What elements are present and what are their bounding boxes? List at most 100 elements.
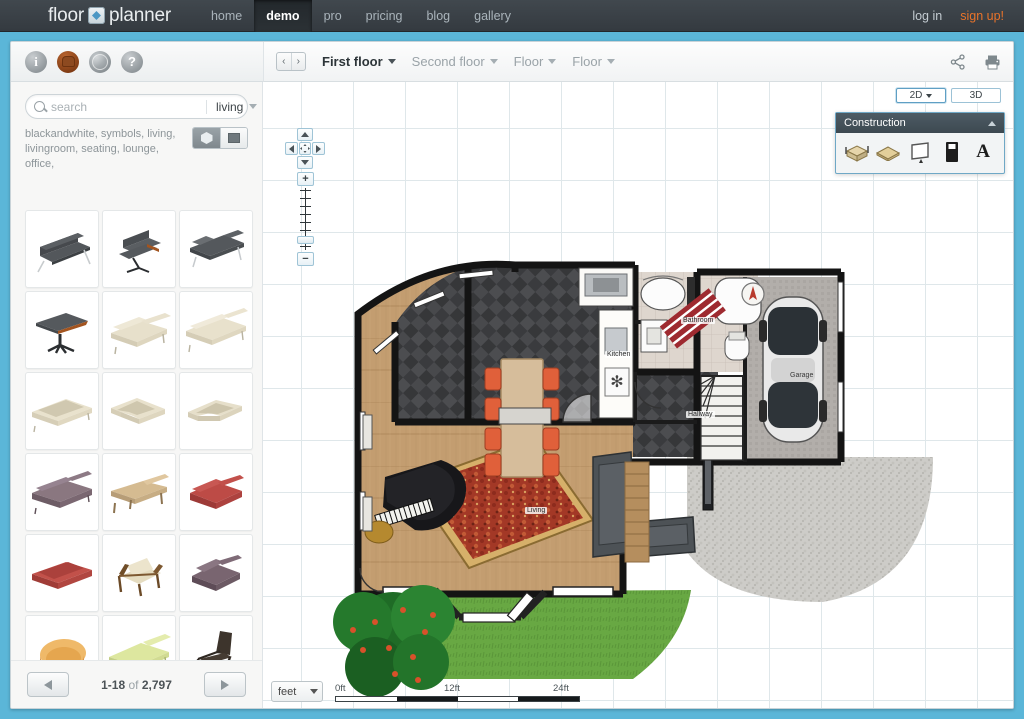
zoom-in-button[interactable]: + xyxy=(297,172,314,186)
view-2d-button[interactable] xyxy=(220,128,247,148)
arrow-left-icon xyxy=(289,145,294,153)
view-3d-button[interactable]: 3D xyxy=(951,88,1001,103)
room-tool[interactable] xyxy=(843,140,871,164)
pan-up-button[interactable] xyxy=(297,128,313,141)
pan-down-button[interactable] xyxy=(297,156,313,169)
arrow-down-icon xyxy=(301,160,309,165)
catalog-item[interactable] xyxy=(102,534,176,612)
catalog-item[interactable] xyxy=(179,210,253,288)
materials-icon[interactable] xyxy=(89,51,111,73)
help-icon[interactable] xyxy=(121,51,143,73)
view-3d-button[interactable] xyxy=(193,128,220,148)
unit-label: feet xyxy=(278,686,296,698)
wall-tool-icon xyxy=(908,141,932,163)
ruler-seg xyxy=(397,697,458,701)
logo-mark-icon xyxy=(88,7,105,24)
catalog-item[interactable] xyxy=(179,453,253,531)
chevron-down-icon[interactable] xyxy=(548,59,556,64)
surface-tool[interactable] xyxy=(874,140,902,164)
next-page-button[interactable] xyxy=(204,672,246,697)
chevron-down-icon[interactable] xyxy=(490,59,498,64)
pan-zoom-controls: + − xyxy=(285,128,325,266)
car xyxy=(759,297,827,442)
catalog-item[interactable] xyxy=(25,372,99,450)
floor-prev-button[interactable]: ‹ xyxy=(277,53,292,70)
svg-text:✻: ✻ xyxy=(610,374,623,391)
share-icon[interactable] xyxy=(950,54,966,70)
ruler-seg xyxy=(336,697,397,701)
catalog-item[interactable] xyxy=(102,453,176,531)
pan-left-button[interactable] xyxy=(285,142,298,155)
ruler-tick-12: 12ft xyxy=(444,683,460,694)
floor-tab-second-floor[interactable]: Second floor xyxy=(412,54,498,69)
text-tool[interactable]: A xyxy=(969,140,997,164)
zoom-slider-handle[interactable] xyxy=(297,236,314,244)
search-row: living xyxy=(11,82,262,119)
ruler-tick-24: 24ft xyxy=(553,683,569,694)
catalog-item[interactable] xyxy=(25,615,99,660)
nav-link-demo[interactable]: demo xyxy=(254,0,311,32)
search-box[interactable]: living xyxy=(25,94,248,119)
door-tool[interactable] xyxy=(938,140,966,164)
search-input[interactable] xyxy=(51,100,206,114)
nav-link-pricing[interactable]: pricing xyxy=(354,0,415,32)
catalog-item[interactable] xyxy=(179,372,253,450)
move-icon xyxy=(300,144,310,153)
furniture-icon[interactable] xyxy=(57,51,79,73)
catalog-item[interactable] xyxy=(25,453,99,531)
signup-link[interactable]: sign up! xyxy=(960,9,1004,23)
nav-link-blog[interactable]: blog xyxy=(414,0,462,32)
catalog-tags[interactable]: blackandwhite, symbols, living, livingro… xyxy=(25,127,185,172)
catalog-item[interactable] xyxy=(25,534,99,612)
nav-link-pro[interactable]: pro xyxy=(312,0,354,32)
chevron-down-icon[interactable] xyxy=(388,59,396,64)
auth-links: log in sign up! xyxy=(912,9,1004,23)
floor-next-button[interactable]: › xyxy=(292,53,306,70)
room-label-bathroom: Bathroom xyxy=(681,317,715,324)
compass-icon xyxy=(742,283,764,305)
chevron-down-icon[interactable] xyxy=(607,59,615,64)
catalog-item[interactable] xyxy=(179,615,253,660)
catalog-item[interactable] xyxy=(179,534,253,612)
catalog-item[interactable] xyxy=(179,291,253,369)
catalog-item[interactable] xyxy=(25,291,99,369)
floorplan-canvas[interactable]: ✻ xyxy=(263,82,1013,708)
floor-tab-first-floor[interactable]: First floor xyxy=(322,54,396,69)
info-icon[interactable] xyxy=(25,51,47,73)
site-logo[interactable]: floor planner xyxy=(48,5,171,27)
floorplan-drawing[interactable]: ✻ xyxy=(263,82,1013,708)
deck-steps xyxy=(625,462,649,562)
search-icon xyxy=(34,101,45,112)
category-dropdown[interactable]: living xyxy=(206,100,257,114)
collapse-icon[interactable] xyxy=(988,121,996,126)
logo-text-second: planner xyxy=(109,5,171,27)
pan-center-button[interactable] xyxy=(299,142,312,155)
unit-select[interactable]: feet xyxy=(271,681,323,702)
floor-tab-label: Floor xyxy=(514,54,544,69)
construction-tools: A xyxy=(836,133,1004,173)
zoom-out-button[interactable]: − xyxy=(297,252,314,266)
prev-page-button[interactable] xyxy=(27,672,69,697)
view-2d-button[interactable]: 2D xyxy=(896,88,946,103)
nav-link-gallery[interactable]: gallery xyxy=(462,0,523,32)
floor-tab-4[interactable]: Floor xyxy=(572,54,615,69)
login-link[interactable]: log in xyxy=(912,9,942,23)
nav-link-home[interactable]: home xyxy=(199,0,254,32)
catalog-item[interactable] xyxy=(102,615,176,660)
catalog-item[interactable] xyxy=(102,291,176,369)
catalog-item[interactable] xyxy=(102,210,176,288)
catalog-item[interactable] xyxy=(25,210,99,288)
print-icon[interactable] xyxy=(984,54,1001,70)
catalog-item[interactable] xyxy=(102,372,176,450)
floor-prev-next-buttons[interactable]: ‹ › xyxy=(276,52,306,71)
arrow-right-icon xyxy=(221,680,229,690)
view-mode-toggle xyxy=(192,127,248,149)
view-3d-label: 3D xyxy=(970,90,983,101)
zoom-slider[interactable]: + − xyxy=(297,172,314,266)
pan-right-button[interactable] xyxy=(312,142,325,155)
top-navigation-bar: floor planner home demo pro pricing blog… xyxy=(0,0,1024,32)
wall-tool[interactable] xyxy=(906,140,934,164)
floor-tab-3[interactable]: Floor xyxy=(514,54,557,69)
zoom-track[interactable] xyxy=(297,188,314,250)
staircase xyxy=(701,376,743,460)
